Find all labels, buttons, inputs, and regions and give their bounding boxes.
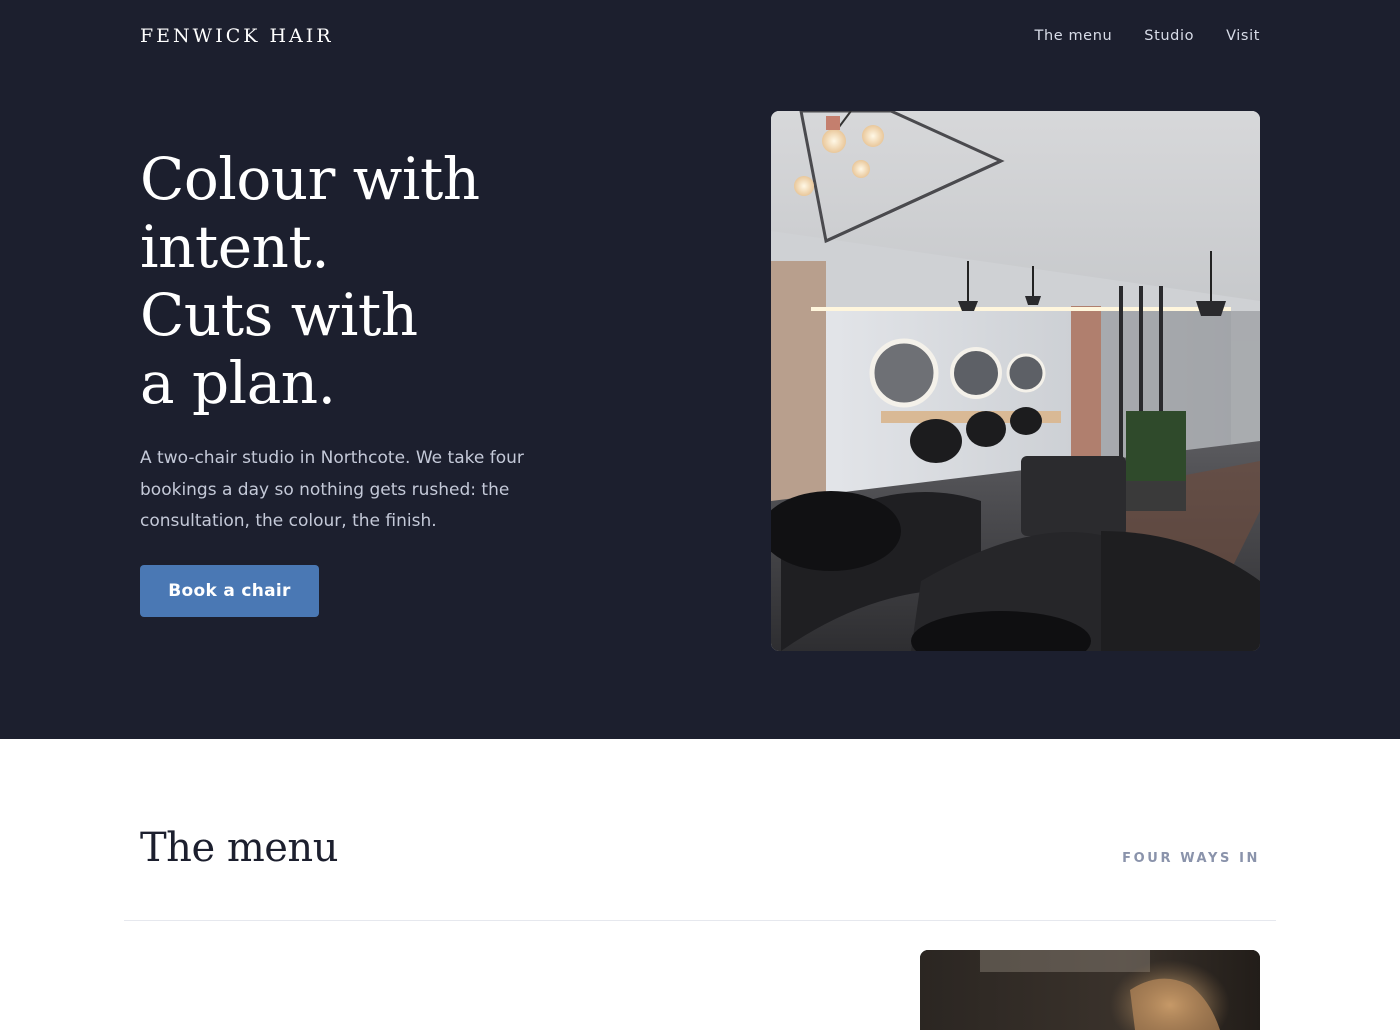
book-a-chair-button[interactable]: Book a chair bbox=[140, 565, 319, 617]
nav-link-menu[interactable]: The menu bbox=[1034, 28, 1112, 44]
nav-link-visit[interactable]: Visit bbox=[1226, 28, 1260, 44]
hero-lede: A two-chair studio in Northcote. We take… bbox=[140, 448, 524, 531]
headline-line: intent. bbox=[140, 213, 330, 281]
headline-line: Colour with bbox=[140, 145, 480, 213]
headline-line: Cuts with bbox=[140, 281, 418, 349]
menu-kicker: FOUR WAYS IN bbox=[1122, 851, 1260, 866]
hero-text: Colour with intent. Cuts with a plan. A … bbox=[140, 145, 660, 538]
hero-headline: Colour with intent. Cuts with a plan. bbox=[140, 145, 660, 417]
nav-link-studio[interactable]: Studio bbox=[1144, 28, 1194, 44]
headline-line: a plan. bbox=[140, 349, 336, 417]
menu-section: The menu FOUR WAYS IN bbox=[0, 739, 1400, 1030]
hero-section: FENWICK HAIR The menu Studio Visit Colou… bbox=[0, 0, 1400, 739]
hair-styling-photo bbox=[920, 950, 1260, 1030]
brand-logo[interactable]: FENWICK HAIR bbox=[140, 25, 334, 47]
section-divider bbox=[124, 920, 1276, 921]
nav-links: The menu Studio Visit bbox=[1034, 28, 1260, 44]
top-nav: FENWICK HAIR The menu Studio Visit bbox=[140, 20, 1260, 52]
menu-title: The menu bbox=[140, 825, 338, 871]
salon-interior-photo bbox=[771, 111, 1260, 651]
